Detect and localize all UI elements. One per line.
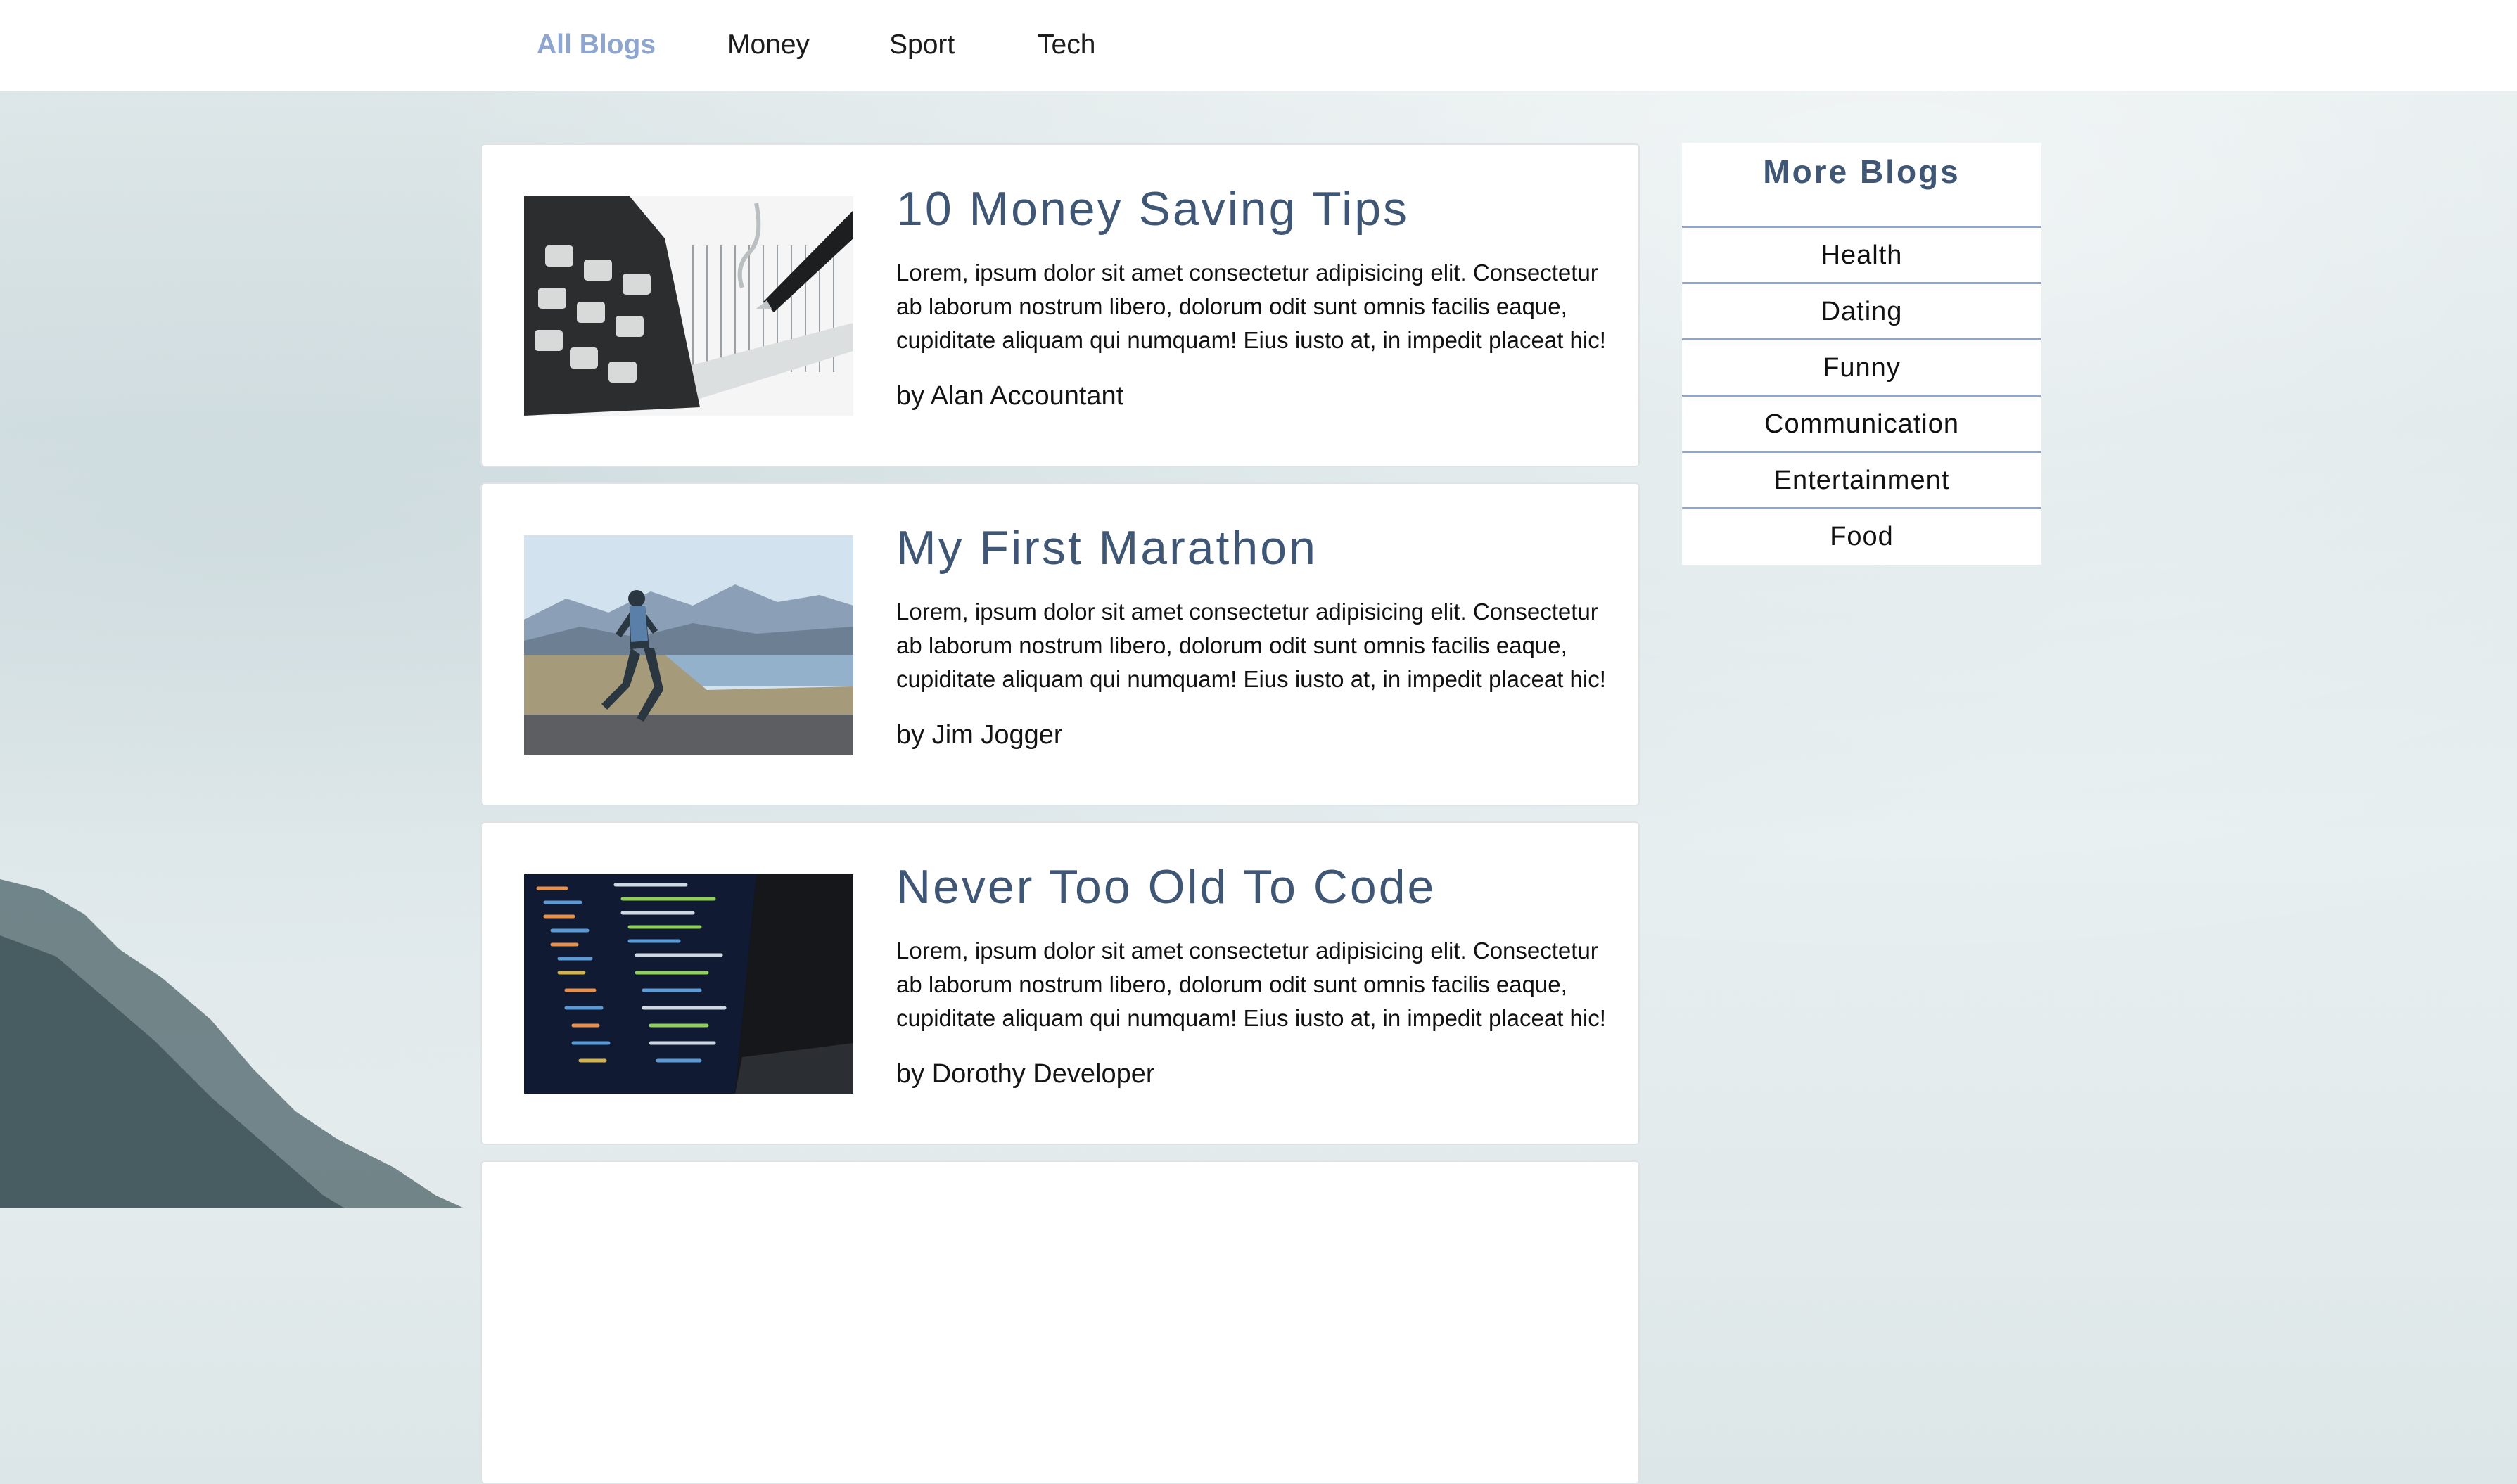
post-author: by Dorothy Developer xyxy=(896,1059,1155,1089)
blog-card[interactable]: My First Marathon Lorem, ipsum dolor sit… xyxy=(480,482,1640,806)
calculator-photo xyxy=(524,196,853,416)
sidebar-item-entertainment[interactable]: Entertainment xyxy=(1682,451,2041,506)
post-author: by Jim Jogger xyxy=(896,720,1063,750)
sidebar-item-food[interactable]: Food xyxy=(1682,507,2041,562)
post-title[interactable]: Never Too Old To Code xyxy=(896,859,1436,914)
post-excerpt: Lorem, ipsum dolor sit amet consectetur … xyxy=(896,260,1606,353)
nav-sport[interactable]: Sport xyxy=(889,20,955,70)
sidebar-item-dating[interactable]: Dating xyxy=(1682,282,2041,337)
post-title[interactable]: My First Marathon xyxy=(896,520,1318,575)
sidebar-item-health[interactable]: Health xyxy=(1682,226,2041,281)
post-excerpt: Lorem, ipsum dolor sit amet consectetur … xyxy=(896,599,1606,692)
top-navigation-bar: All Blogs Money Sport Tech xyxy=(0,0,2517,91)
post-author: by Alan Accountant xyxy=(896,381,1124,411)
blog-card[interactable]: 10 Money Saving Tips Lorem, ipsum dolor … xyxy=(480,143,1640,467)
post-excerpt: Lorem, ipsum dolor sit amet consectetur … xyxy=(896,938,1606,1031)
sidebar-item-funny[interactable]: Funny xyxy=(1682,338,2041,393)
blog-card[interactable] xyxy=(480,1160,1640,1484)
sidebar-title: More Blogs xyxy=(1763,153,1961,190)
nav-money[interactable]: Money xyxy=(727,20,810,70)
more-blogs-sidebar: More Blogs Health Dating Funny Communica… xyxy=(1682,143,2041,565)
runner-photo xyxy=(524,535,853,755)
code-laptop-photo xyxy=(524,874,853,1094)
post-title[interactable]: 10 Money Saving Tips xyxy=(896,181,1409,236)
nav-all-blogs[interactable]: All Blogs xyxy=(537,20,656,70)
sidebar-item-communication[interactable]: Communication xyxy=(1682,395,2041,449)
blog-card[interactable]: Never Too Old To Code Lorem, ipsum dolor… xyxy=(480,821,1640,1145)
nav-tech[interactable]: Tech xyxy=(1038,20,1095,70)
